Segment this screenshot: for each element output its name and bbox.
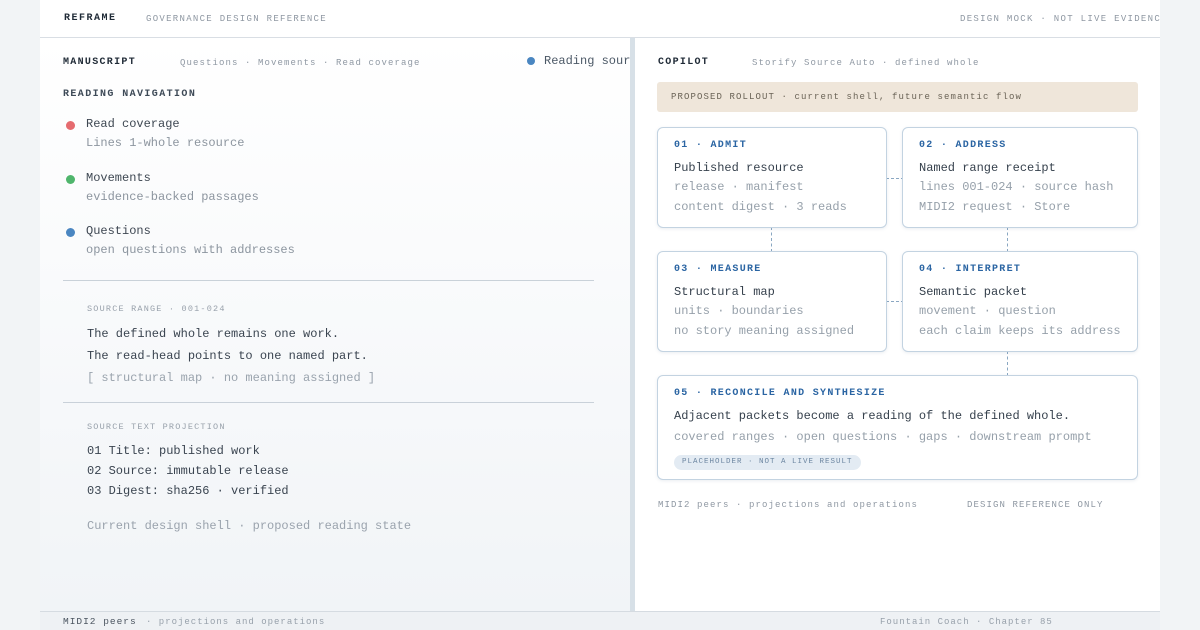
step-card-reconcile[interactable]: 05 · RECONCILE AND SYNTHESIZE Adjacent p…: [657, 375, 1138, 480]
manuscript-panel: MANUSCRIPT Questions · Movements · Read …: [40, 38, 645, 611]
copilot-panel: COPILOT Storify Source Auto · defined wh…: [635, 38, 1160, 611]
copilot-footer-right: DESIGN REFERENCE ONLY: [967, 500, 1104, 510]
nav-item-label: Movements: [86, 171, 151, 185]
red-dot-icon: [66, 121, 75, 130]
card-detail: movement · question: [919, 304, 1056, 318]
nav-item-sub: evidence-backed passages: [86, 190, 259, 204]
brand-subtitle: GOVERNANCE DESIGN REFERENCE: [146, 14, 327, 24]
nav-item-sub: open questions with addresses: [86, 243, 295, 257]
copilot-title: COPILOT: [658, 57, 710, 68]
card-detail: no story meaning assigned: [674, 324, 855, 338]
divider: [63, 402, 594, 403]
connector: [1007, 227, 1008, 252]
manuscript-title: MANUSCRIPT: [63, 57, 137, 68]
projection-footer: Current design shell · proposed reading …: [87, 519, 412, 533]
step-card-address[interactable]: 02 · ADDRESS Named range receipt lines 0…: [902, 127, 1138, 228]
manuscript-tabs[interactable]: Questions · Movements · Read coverage: [180, 58, 421, 68]
status-label: DESIGN MOCK · NOT LIVE EVIDENCE: [960, 14, 1160, 24]
peers-sublabel: · projections and operations: [146, 617, 326, 627]
placeholder-badge: PLACEHOLDER · NOT A LIVE RESULT: [674, 455, 861, 470]
source-range-line: The read-head points to one named part.: [87, 349, 368, 363]
card-detail: covered ranges · open questions · gaps ·…: [674, 430, 1092, 444]
card-heading: 02 · ADDRESS: [919, 140, 1007, 151]
app-shell: REFRAME GOVERNANCE DESIGN REFERENCE DESI…: [40, 0, 1160, 630]
card-title: Adjacent packets become a reading of the…: [674, 409, 1071, 423]
nav-item-label: Read coverage: [86, 117, 180, 131]
card-heading: 05 · RECONCILE AND SYNTHESIZE: [674, 388, 886, 399]
blue-dot-icon: [66, 228, 75, 237]
copilot-subtitle: Storify Source Auto · defined whole: [752, 58, 980, 68]
card-detail: MIDI2 request · Store: [919, 200, 1071, 214]
connector: [771, 227, 772, 252]
green-dot-icon: [66, 175, 75, 184]
card-detail: each claim keeps its address: [919, 324, 1121, 338]
card-detail: release · manifest: [674, 180, 804, 194]
card-title: Semantic packet: [919, 285, 1028, 299]
step-card-measure[interactable]: 03 · MEASURE Structural map units · boun…: [657, 251, 887, 352]
card-detail: content digest · 3 reads: [674, 200, 847, 214]
reading-source-dot-icon: [527, 57, 535, 65]
projection-heading: SOURCE TEXT PROJECTION: [87, 422, 226, 432]
connector: [1007, 351, 1008, 376]
projection-line: 03 Digest: sha256 · verified: [87, 484, 289, 498]
step-card-admit[interactable]: 01 · ADMIT Published resource release · …: [657, 127, 887, 228]
card-heading: 01 · ADMIT: [674, 140, 748, 151]
brand-title[interactable]: REFRAME: [64, 13, 117, 24]
projection-line: 02 Source: immutable release: [87, 464, 289, 478]
source-range-note: [ structural map · no meaning assigned ]: [87, 371, 376, 385]
nav-item-label: Questions: [86, 224, 151, 238]
copilot-footer-left: MIDI2 peers · projections and operations: [658, 500, 919, 510]
card-title: Published resource: [674, 161, 804, 175]
chapter-label: Fountain Coach · Chapter 85: [880, 617, 1053, 627]
step-card-interpret[interactable]: 04 · INTERPRET Semantic packet movement …: [902, 251, 1138, 352]
card-title: Structural map: [674, 285, 775, 299]
card-detail: units · boundaries: [674, 304, 804, 318]
card-title: Named range receipt: [919, 161, 1056, 175]
rollout-text: PROPOSED ROLLOUT · current shell, future…: [671, 92, 1023, 102]
divider: [63, 280, 594, 281]
rollout-banner: PROPOSED ROLLOUT · current shell, future…: [657, 82, 1138, 112]
projection-line: 01 Title: published work: [87, 444, 260, 458]
top-bar: REFRAME GOVERNANCE DESIGN REFERENCE DESI…: [40, 0, 1160, 38]
card-detail: lines 001-024 · source hash: [919, 180, 1114, 194]
bottom-bar: MIDI2 peers · projections and operations…: [40, 611, 1160, 630]
card-heading: 03 · MEASURE: [674, 264, 762, 275]
peers-label[interactable]: MIDI2 peers: [63, 616, 137, 627]
card-heading: 04 · INTERPRET: [919, 264, 1022, 275]
reading-navigation-heading: READING NAVIGATION: [63, 89, 197, 100]
nav-item-sub: Lines 1-whole resource: [86, 136, 245, 150]
source-range-line: The defined whole remains one work.: [87, 327, 340, 341]
source-range-heading: SOURCE RANGE · 001-024: [87, 304, 226, 314]
